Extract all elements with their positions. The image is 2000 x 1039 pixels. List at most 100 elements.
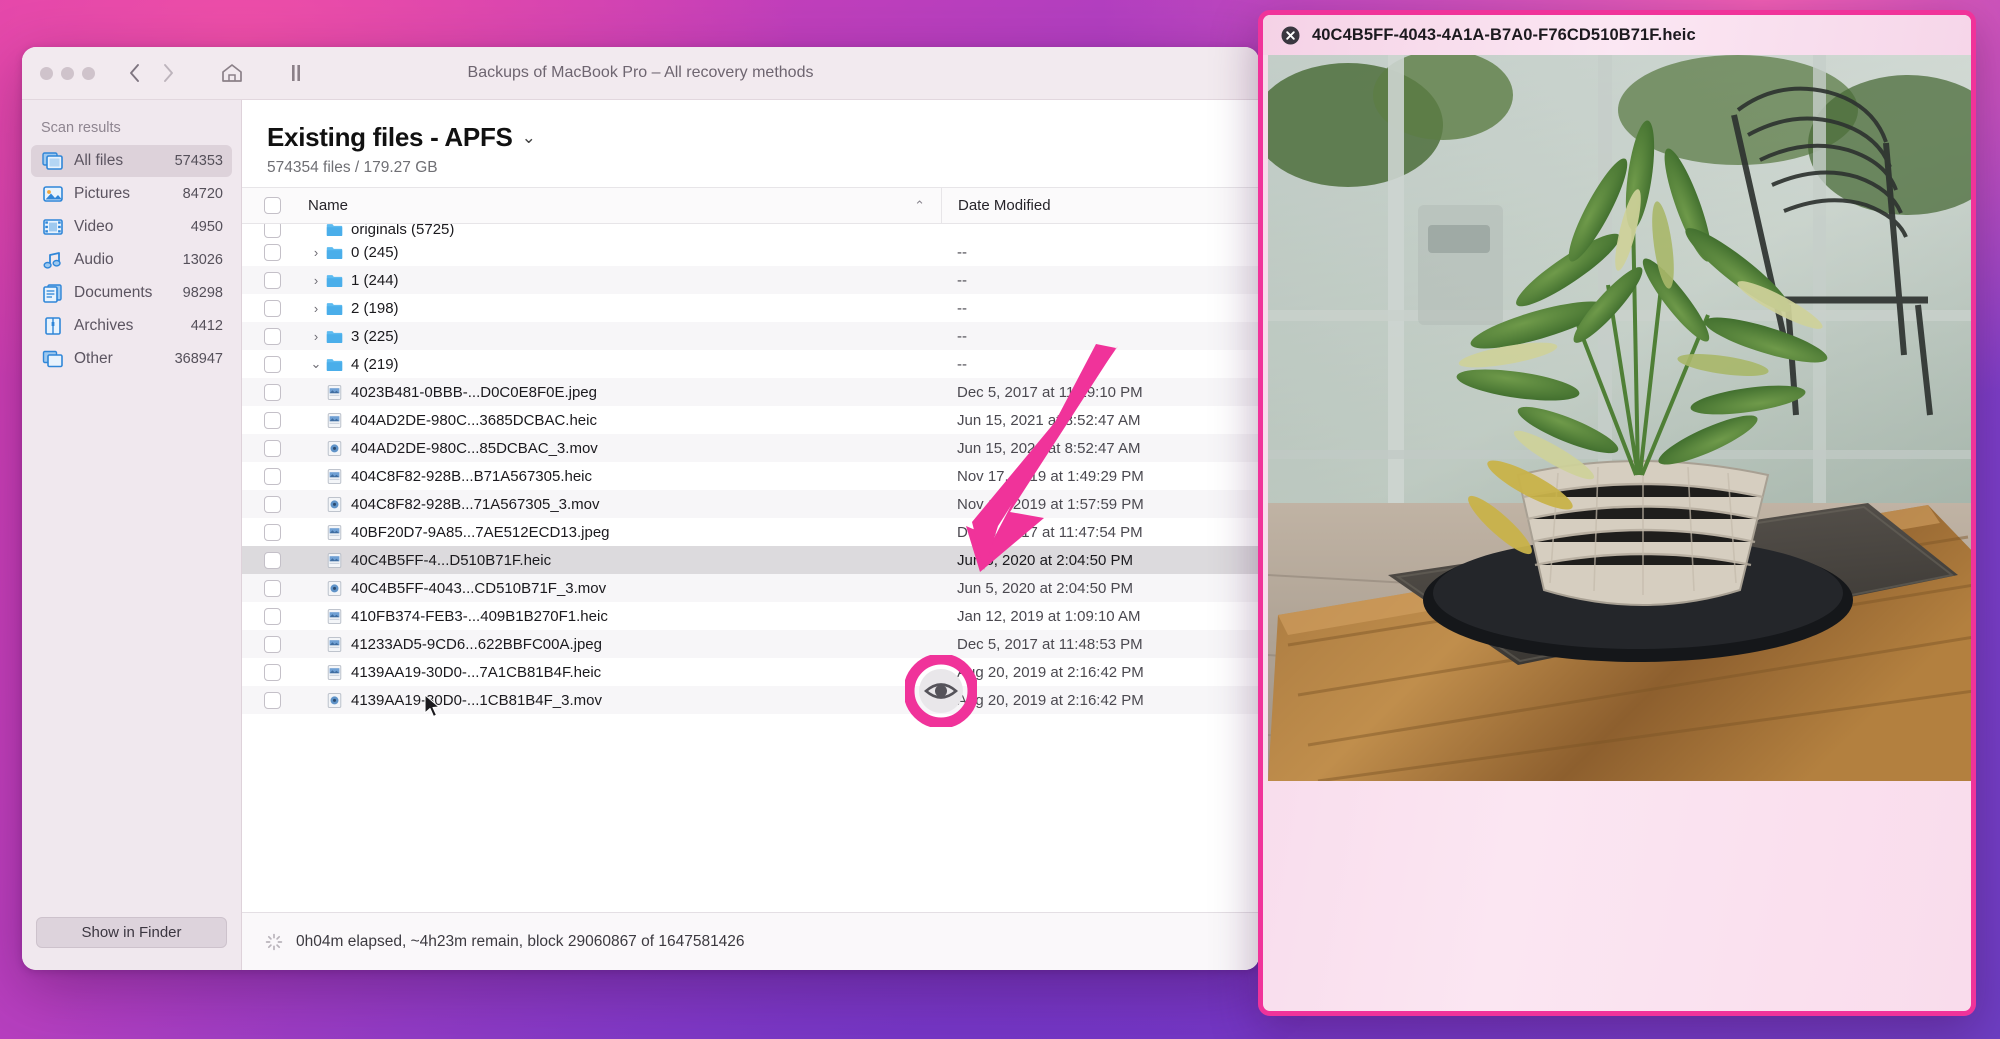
row-checkbox-cell[interactable] [242, 635, 302, 653]
table-row[interactable]: › 3 (225) -- [242, 322, 1259, 350]
column-header-name[interactable]: Name ⌃ [302, 197, 941, 214]
row-checkbox[interactable] [263, 607, 281, 625]
pause-icon[interactable] [279, 57, 313, 89]
row-checkbox[interactable] [263, 523, 281, 541]
folder-file-icon [326, 329, 343, 344]
close-circle-icon[interactable] [1281, 26, 1300, 45]
row-checkbox[interactable] [263, 495, 281, 513]
sidebar-item-documents[interactable]: Documents 98298 [31, 277, 232, 309]
chevron-right-icon[interactable] [151, 57, 185, 89]
table-row[interactable]: 404AD2DE-980C...85DCBAC_3.mov Jun 15, 202… [242, 434, 1259, 462]
row-checkbox[interactable] [263, 411, 281, 429]
row-checkbox-cell[interactable] [242, 439, 302, 457]
row-checkbox[interactable] [263, 579, 281, 597]
table-row[interactable]: 4023B481-0BBB-...D0C0E8F0E.jpeg Dec 5, 20… [242, 378, 1259, 406]
chevron-down-icon[interactable]: ⌄ [522, 128, 536, 148]
table-row[interactable]: 404C8F82-928B...B71A567305.heic Nov 17, 2… [242, 462, 1259, 490]
row-date-cell: Aug 20, 2019 at 2:16:42 PM [957, 691, 1144, 709]
row-checkbox-cell[interactable] [242, 411, 302, 429]
column-header-date[interactable]: Date Modified [941, 188, 1259, 223]
row-checkbox-cell[interactable] [242, 579, 302, 597]
chevron-left-icon[interactable] [117, 57, 151, 89]
disclosure-triangle-icon[interactable]: › [308, 245, 324, 260]
row-checkbox-cell[interactable] [242, 224, 302, 238]
row-checkbox-cell[interactable] [242, 523, 302, 541]
sidebar-item-audio[interactable]: Audio 13026 [31, 244, 232, 276]
table-row[interactable]: 4139AA19-30D0-...7A1CB81B4F.heic Aug 20, … [242, 658, 1259, 686]
close-window-button[interactable] [40, 66, 53, 80]
row-checkbox[interactable] [263, 691, 281, 709]
sidebar-item-archives[interactable]: Archives 4412 [31, 310, 232, 342]
page-title[interactable]: Existing files - APFS ⌄ [267, 122, 536, 153]
row-checkbox-cell[interactable] [242, 383, 302, 401]
select-all-checkbox[interactable] [263, 197, 281, 214]
disclosure-triangle-icon[interactable]: › [308, 273, 324, 288]
row-checkbox[interactable] [263, 551, 281, 569]
folder-file-icon [326, 273, 343, 288]
sidebar-item-all-files[interactable]: All files 574353 [31, 145, 232, 177]
row-checkbox[interactable] [263, 224, 281, 238]
column-header-name-label: Name [308, 197, 349, 214]
row-checkbox-cell[interactable] [242, 467, 302, 485]
row-checkbox[interactable] [263, 439, 281, 457]
table-row[interactable]: 404AD2DE-980C...3685DCBAC.heic Jun 15, 20… [242, 406, 1259, 434]
quick-look-preview-window: 40C4B5FF-4043-4A1A-B7A0-F76CD510B71F.hei… [1258, 10, 1976, 1016]
file-table-body[interactable]: originals (5725) › 0 (245) -- › 1 (244) -- › 2 (… [242, 224, 1259, 912]
table-row[interactable]: › 0 (245) -- [242, 238, 1259, 266]
table-row[interactable]: 41233AD5-9CD6...622BBFC00A.jpeg Dec 5, 20… [242, 630, 1259, 658]
row-checkbox-cell[interactable] [242, 299, 302, 317]
table-row[interactable]: 40C4B5FF-4...D510B71F.heic Jun 5, 2020 at… [242, 546, 1259, 574]
archives-icon [42, 316, 64, 336]
select-all-checkbox-cell[interactable] [242, 197, 302, 214]
table-row[interactable]: 410FB374-FEB3-...409B1B270F1.heic Jan 12,… [242, 602, 1259, 630]
sidebar-item-list: All files 574353 Pictures 84720 Video 4950 Aud… [22, 144, 241, 376]
row-checkbox-cell[interactable] [242, 271, 302, 289]
row-checkbox-cell[interactable] [242, 607, 302, 625]
audio-icon [42, 250, 64, 270]
zoom-window-button[interactable] [82, 66, 95, 80]
row-checkbox-cell[interactable] [242, 663, 302, 681]
row-checkbox[interactable] [263, 663, 281, 681]
row-checkbox[interactable] [263, 383, 281, 401]
table-row[interactable]: originals (5725) [242, 224, 1259, 238]
row-file-name: 404AD2DE-980C...3685DCBAC.heic [351, 411, 597, 429]
sidebar-item-video[interactable]: Video 4950 [31, 211, 232, 243]
table-row[interactable]: 40C4B5FF-4043...CD510B71F_3.mov Jun 5, 20… [242, 574, 1259, 602]
image-file-icon [326, 664, 343, 680]
row-checkbox-cell[interactable] [242, 243, 302, 261]
row-checkbox[interactable] [263, 299, 281, 317]
row-name-cell: 404C8F82-928B...B71A567305.heic [302, 468, 941, 485]
table-row[interactable]: ⌄ 4 (219) -- [242, 350, 1259, 378]
row-checkbox-cell[interactable] [242, 327, 302, 345]
row-checkbox[interactable] [263, 635, 281, 653]
show-in-finder-button[interactable]: Show in Finder [36, 917, 227, 948]
row-checkbox[interactable] [263, 327, 281, 345]
row-checkbox-cell[interactable] [242, 355, 302, 373]
row-file-name: 1 (244) [351, 271, 399, 289]
row-checkbox-cell[interactable] [242, 551, 302, 569]
home-icon[interactable] [215, 57, 249, 89]
disclosure-triangle-icon[interactable]: › [308, 301, 324, 316]
row-checkbox[interactable] [263, 271, 281, 289]
table-row[interactable]: 40BF20D7-9A85...7AE512ECD13.jpeg Dec 5, 2… [242, 518, 1259, 546]
table-row[interactable]: 4139AA19-30D0-...1CB81B4F_3.mov Aug 20, 2… [242, 686, 1259, 714]
row-name-cell: 41233AD5-9CD6...622BBFC00A.jpeg [302, 636, 941, 653]
row-checkbox[interactable] [263, 355, 281, 373]
row-date-cell: Dec 5, 2017 at 11:48:53 PM [957, 635, 1143, 653]
row-date-cell: Aug 20, 2019 at 2:16:42 PM [957, 663, 1144, 681]
video-file-icon [326, 580, 343, 596]
caret-up-icon[interactable]: ⌃ [914, 198, 941, 214]
row-checkbox-cell[interactable] [242, 691, 302, 709]
row-checkbox[interactable] [263, 467, 281, 485]
row-date-cell: -- [957, 271, 967, 289]
row-checkbox[interactable] [263, 243, 281, 261]
table-row[interactable]: › 2 (198) -- [242, 294, 1259, 322]
sidebar-item-pictures[interactable]: Pictures 84720 [31, 178, 232, 210]
row-checkbox-cell[interactable] [242, 495, 302, 513]
disclosure-triangle-icon[interactable]: › [308, 329, 324, 344]
table-row[interactable]: 404C8F82-928B...71A567305_3.mov Nov 17, 2… [242, 490, 1259, 518]
table-row[interactable]: › 1 (244) -- [242, 266, 1259, 294]
disclosure-triangle-icon[interactable]: ⌄ [308, 356, 324, 372]
sidebar-item-other[interactable]: Other 368947 [31, 343, 232, 375]
minimize-window-button[interactable] [61, 66, 74, 80]
